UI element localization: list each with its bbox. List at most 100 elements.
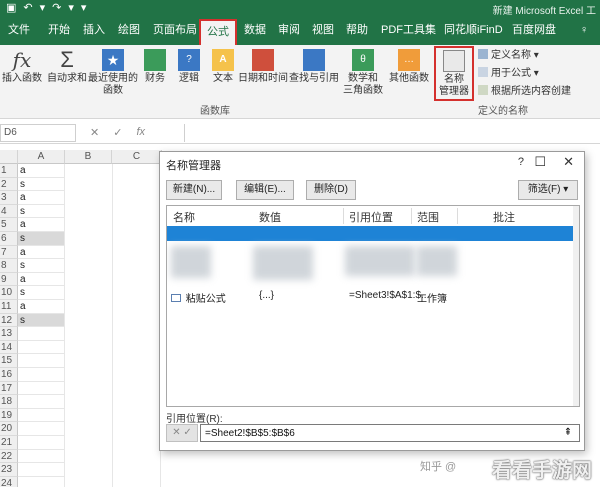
cell-a[interactable]: a	[18, 164, 65, 178]
define-name-button[interactable]: 定义名称 ▾	[478, 49, 539, 62]
customize-qat-icon[interactable]: ▾	[81, 1, 87, 15]
column-header-b[interactable]: B	[65, 150, 112, 164]
row-header[interactable]: 16	[0, 368, 18, 382]
enter-icon[interactable]: ✓	[113, 126, 122, 139]
row-header[interactable]: 6	[0, 232, 18, 246]
name-row[interactable]: 粘贴公式	[171, 290, 226, 305]
help-icon[interactable]: ?	[518, 156, 524, 168]
row-header[interactable]: 13	[0, 327, 18, 341]
tab-draw[interactable]: 绘图	[118, 23, 140, 37]
tab-page-layout[interactable]: 页面布局	[153, 23, 197, 37]
cell-a[interactable]	[18, 340, 65, 355]
header-name[interactable]: 名称	[173, 209, 195, 225]
row-header[interactable]: 10	[0, 286, 18, 300]
math-button[interactable]: θ 数学和 三角函数	[340, 49, 386, 97]
tab-view[interactable]: 视图	[312, 23, 334, 37]
cell-a[interactable]: a	[18, 191, 65, 205]
cell-a[interactable]	[18, 436, 65, 450]
row-header[interactable]: 11	[0, 300, 18, 314]
tab-home[interactable]: 开始	[48, 23, 70, 37]
header-value[interactable]: 数值	[259, 209, 281, 225]
use-in-formula-button[interactable]: 用于公式 ▾	[478, 67, 539, 80]
cell-a[interactable]	[18, 395, 65, 409]
cell-a[interactable]	[18, 381, 65, 396]
cell-a[interactable]	[18, 476, 65, 487]
cell-a[interactable]	[18, 354, 65, 368]
column-header-c[interactable]: C	[112, 150, 162, 164]
undo-icon[interactable]: ↶	[23, 1, 32, 15]
tab-ifind[interactable]: 同花顺iFinD	[444, 23, 503, 37]
refers-to-input[interactable]: =Sheet2!$B$5:$B$6 ⇞	[200, 424, 580, 442]
select-all-corner[interactable]	[0, 150, 18, 164]
tab-review[interactable]: 审阅	[278, 23, 300, 37]
autosum-button[interactable]: Σ 自动求和	[46, 49, 88, 85]
header-refers-to[interactable]: 引用位置	[349, 209, 393, 225]
text-button[interactable]: A 文本	[210, 49, 236, 85]
name-manager-button[interactable]: 名称 管理器	[436, 50, 472, 98]
cell-a[interactable]	[18, 422, 65, 436]
maximize-icon[interactable]: ☐	[534, 154, 546, 170]
cell-a[interactable]	[18, 463, 65, 477]
cell-a[interactable]	[18, 327, 65, 341]
row-header[interactable]: 23	[0, 463, 18, 477]
row-header[interactable]: 15	[0, 354, 18, 368]
cell-a[interactable]: a	[18, 218, 65, 232]
row-header[interactable]: 9	[0, 272, 18, 287]
tab-help[interactable]: 帮助	[346, 23, 368, 37]
row-header[interactable]: 24	[0, 476, 18, 487]
row-header[interactable]: 19	[0, 408, 18, 423]
cancel-icon[interactable]: ✕	[90, 126, 99, 139]
tab-data[interactable]: 数据	[244, 23, 266, 37]
cell-a[interactable]: s	[18, 232, 65, 246]
edit-button[interactable]: 编辑(E)...	[236, 180, 294, 200]
name-box[interactable]: D6	[0, 124, 76, 142]
row-header[interactable]: 17	[0, 381, 18, 396]
redo-dropdown-icon[interactable]: ▾	[68, 1, 74, 15]
formula-input[interactable]	[184, 124, 600, 142]
cell-a[interactable]	[18, 408, 65, 423]
lookup-button[interactable]: 查找与引用	[289, 49, 339, 85]
header-comment[interactable]: 批注	[493, 209, 515, 225]
cell-a[interactable]: a	[18, 300, 65, 314]
row-header[interactable]: 18	[0, 395, 18, 409]
cell-a[interactable]: s	[18, 177, 65, 192]
header-scope[interactable]: 范围	[417, 209, 439, 225]
logical-button[interactable]: ? 逻辑	[176, 49, 202, 85]
row-header[interactable]: 20	[0, 422, 18, 436]
insert-function-button[interactable]: fx 插入函数	[2, 49, 42, 85]
create-from-selection-button[interactable]: 根据所选内容创建	[478, 85, 571, 98]
save-icon[interactable]: ▣	[6, 1, 16, 15]
cell-a[interactable]: a	[18, 272, 65, 287]
names-list[interactable]: 名称 数值 引用位置 范围 批注 粘贴公式 {...} =Sheet3!$A$1…	[166, 205, 580, 407]
tab-pdf-tools[interactable]: PDF工具集	[381, 23, 436, 37]
row-header[interactable]: 22	[0, 449, 18, 464]
datetime-button[interactable]: 日期和时间	[238, 49, 288, 85]
collapse-dialog-icon[interactable]: ⇞	[561, 427, 575, 440]
close-icon[interactable]: ✕	[563, 154, 574, 170]
cell-a[interactable]: s	[18, 286, 65, 300]
row-header[interactable]: 5	[0, 218, 18, 232]
financial-button[interactable]: 财务	[142, 49, 168, 85]
delete-button[interactable]: 删除(D)	[306, 180, 356, 200]
cell-a[interactable]: s	[18, 313, 65, 328]
cell-a[interactable]	[18, 368, 65, 382]
list-scrollbar[interactable]	[573, 206, 579, 406]
tab-file[interactable]: 文件	[8, 23, 30, 37]
recent-functions-button[interactable]: ★ 最近使用的 函数	[88, 49, 138, 97]
tab-insert[interactable]: 插入	[83, 23, 105, 37]
selected-name-row[interactable]	[167, 226, 579, 241]
cell-a[interactable]: s	[18, 259, 65, 273]
cell-a[interactable]: a	[18, 245, 65, 260]
column-header-a[interactable]: A	[18, 150, 65, 164]
row-header[interactable]: 2	[0, 177, 18, 192]
row-header[interactable]: 12	[0, 313, 18, 328]
cell-a[interactable]	[18, 449, 65, 464]
row-header[interactable]: 7	[0, 245, 18, 260]
row-header[interactable]: 21	[0, 436, 18, 450]
ref-cancel-accept[interactable]: ✕ ✓	[166, 424, 198, 442]
row-header[interactable]: 14	[0, 340, 18, 355]
tab-formulas[interactable]: 公式	[199, 19, 237, 45]
row-header[interactable]: 4	[0, 204, 18, 219]
tell-me-icon[interactable]: ♀	[580, 23, 588, 37]
undo-dropdown-icon[interactable]: ▾	[40, 1, 46, 15]
